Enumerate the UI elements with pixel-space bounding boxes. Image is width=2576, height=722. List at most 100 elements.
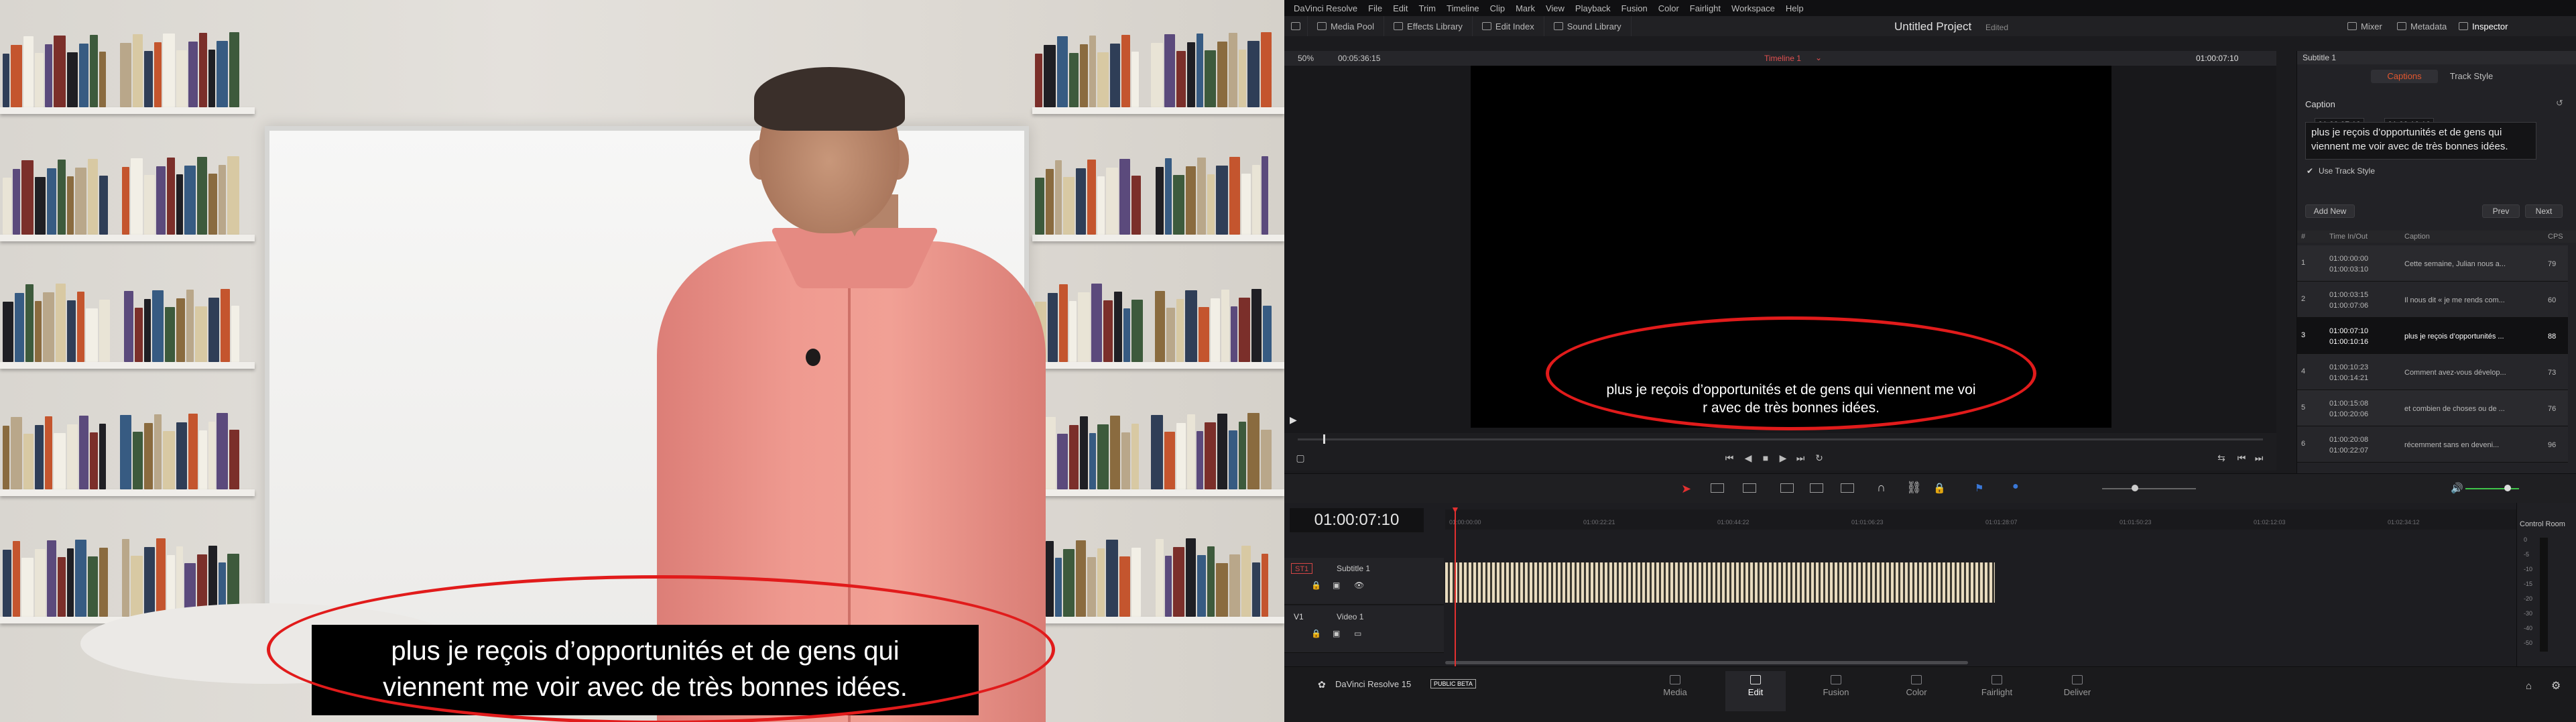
page-edit-label: Edit [1747, 687, 1764, 697]
page-color[interactable]: Color [1886, 671, 1947, 711]
page-fusion[interactable]: Fusion [1806, 671, 1866, 711]
insert-icon[interactable] [1780, 483, 1794, 493]
auto-select-icon[interactable]: ▣ [1333, 629, 1340, 638]
caption-row-tin: 01:00:03:15 [2329, 291, 2369, 299]
volume-icon[interactable]: 🔊 [2451, 482, 2463, 494]
match-frame-icon[interactable]: ⇆ [2216, 453, 2227, 463]
monitor-icon[interactable]: ▭ [1354, 629, 1361, 638]
next-edit-icon[interactable]: ⏭ [2254, 453, 2264, 463]
page-fairlight[interactable]: Fairlight [1967, 671, 2027, 711]
add-new-button[interactable]: Add New [2305, 204, 2355, 218]
timeline-timecode[interactable]: 01:00:07:10 [1290, 508, 1424, 532]
menu-trim[interactable]: Trim [1419, 3, 1436, 13]
menu-fusion[interactable]: Fusion [1621, 3, 1648, 13]
scrubber-bar[interactable] [1298, 438, 2263, 440]
play-icon[interactable]: ▶ [1778, 453, 1788, 463]
reset-icon[interactable]: ↺ [2556, 98, 2563, 109]
jump-start-icon[interactable]: ⏮ [1724, 453, 1735, 463]
book [231, 306, 239, 362]
caption-row[interactable]: 6 01:00:20:08 01:00:22:07 récemment sans en… [2297, 426, 2568, 463]
snapping-icon[interactable]: ∩ [1877, 481, 1886, 495]
stop-icon[interactable]: ■ [1760, 453, 1771, 463]
book [1186, 414, 1195, 489]
tab-track-style[interactable]: Track Style [2438, 70, 2505, 83]
book [176, 298, 185, 362]
menu-fairlight[interactable]: Fairlight [1690, 3, 1721, 13]
effects-library-button[interactable]: Effects Library [1384, 16, 1473, 36]
subtitle-clips[interactable] [1445, 562, 1995, 603]
chevron-down-icon[interactable]: ⌄ [1815, 53, 1822, 62]
menu-color[interactable]: Color [1658, 3, 1679, 13]
menu-help[interactable]: Help [1786, 3, 1804, 13]
pointer-icon[interactable]: ➤ [1681, 482, 1691, 496]
prev-edit-icon[interactable]: ⏮ [2236, 453, 2247, 463]
marker-icon[interactable]: ● [2012, 481, 2019, 493]
menu-timeline[interactable]: Timeline [1447, 3, 1479, 13]
metadata-button[interactable]: Metadata [2397, 16, 2447, 36]
step-back-icon[interactable]: ◀ [1743, 453, 1754, 463]
jump-end-icon[interactable]: ⏭ [1795, 453, 1806, 463]
sound-library-button[interactable]: Sound Library [1544, 16, 1632, 36]
zoom-handle[interactable] [2132, 485, 2138, 491]
caption-row[interactable]: 2 01:00:03:15 01:00:07:06 Il nous dit « je … [2297, 282, 2568, 318]
caption-row[interactable]: 1 01:00:00:00 01:00:03:10 Cette semaine, Ju… [2297, 245, 2568, 282]
menu-app[interactable]: DaVinci Resolve [1294, 3, 1357, 13]
export-icon[interactable]: ▣ [1333, 581, 1340, 590]
gear-icon[interactable]: ⚙ [2551, 679, 2561, 693]
menu-file[interactable]: File [1368, 3, 1382, 13]
tab-captions[interactable]: Captions [2371, 70, 2438, 83]
caption-row[interactable]: 3 01:00:07:10 01:00:10:16 plus je reçois d’… [2297, 318, 2568, 354]
eye-icon[interactable]: 👁 [1354, 581, 1364, 590]
book [188, 42, 198, 107]
caption-row[interactable]: 4 01:00:10:23 01:00:14:21 Comment avez-vous… [2297, 354, 2568, 390]
lock-icon[interactable]: 🔒 [1311, 581, 1321, 590]
replace-icon[interactable] [1841, 483, 1854, 493]
menu-playback[interactable]: Playback [1575, 3, 1611, 13]
playhead-marker-icon[interactable]: ▼ [1451, 504, 1460, 515]
lock-icon[interactable]: 🔒 [1311, 629, 1321, 638]
zoom-slider[interactable] [2102, 488, 2196, 489]
flag-icon[interactable]: ⚑ [1975, 482, 1983, 494]
volume-handle[interactable] [2504, 485, 2511, 491]
timeline-selector[interactable]: Timeline 1 [1764, 54, 1801, 63]
hair [754, 67, 905, 131]
book [67, 548, 74, 617]
media-pool-button[interactable]: Media Pool [1308, 16, 1385, 36]
loop-icon[interactable]: ↻ [1814, 453, 1825, 463]
book [1262, 156, 1268, 235]
home-icon[interactable]: ⌂ [2526, 680, 2532, 692]
next-button[interactable]: Next [2525, 204, 2563, 218]
prev-button[interactable]: Prev [2482, 204, 2520, 218]
link-icon[interactable]: ⛓ [1906, 481, 1922, 495]
inspector-button[interactable]: Inspector [2459, 16, 2508, 36]
book [1176, 51, 1186, 107]
timeline-ruler[interactable]: 01:00:00:00 01:00:22:21 01:00:44:22 01:01:0… [1445, 509, 2531, 530]
page-edit[interactable]: Edit [1725, 671, 1786, 711]
blade-icon[interactable] [1743, 483, 1756, 493]
meter-scale-label: -20 [2524, 595, 2533, 602]
caption-text-field[interactable]: plus je reçois d’opportunités et de gens… [2305, 122, 2536, 160]
edit-index-button[interactable]: Edit Index [1473, 16, 1544, 36]
page-deliver[interactable]: Deliver [2047, 671, 2107, 711]
menu-mark[interactable]: Mark [1516, 3, 1535, 13]
volume-slider[interactable] [2465, 488, 2519, 489]
scrubber-handle[interactable] [1323, 434, 1325, 444]
collapse-toggle[interactable] [1284, 16, 1308, 36]
use-track-style-checkbox[interactable]: ✔ [2307, 166, 2313, 176]
menu-edit[interactable]: Edit [1393, 3, 1408, 13]
lock-icon[interactable]: 🔒 [1933, 482, 1946, 494]
menu-view[interactable]: View [1546, 3, 1565, 13]
page-fusion-label: Fusion [1823, 687, 1849, 697]
playhead[interactable] [1455, 508, 1456, 666]
zoom-dropdown[interactable]: 50% [1298, 54, 1314, 63]
caption-row[interactable]: 5 01:00:15:08 01:00:20:06 et combien de cho… [2297, 390, 2568, 426]
page-media[interactable]: Media [1645, 671, 1705, 711]
menu-workspace[interactable]: Workspace [1731, 3, 1775, 13]
overwrite-icon[interactable] [1810, 483, 1823, 493]
viewer-options-icon[interactable]: ▢ [1295, 453, 1306, 463]
bookshelf-row [0, 282, 255, 362]
trim-icon[interactable] [1711, 483, 1724, 493]
mixer-button[interactable]: Mixer [2347, 16, 2382, 36]
timeline-scrollbar[interactable] [1445, 661, 1968, 664]
menu-clip[interactable]: Clip [1490, 3, 1505, 13]
